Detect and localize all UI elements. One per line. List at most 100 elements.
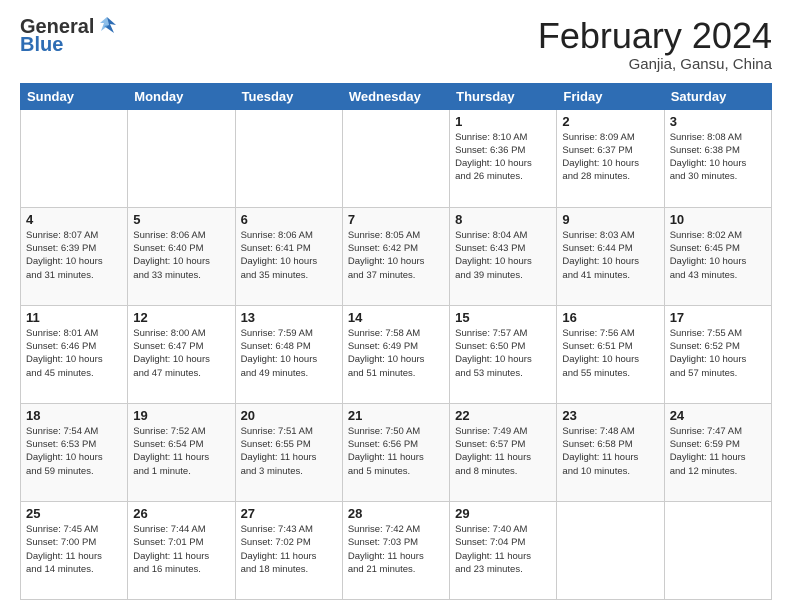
header-thursday: Thursday [450,83,557,109]
day-number: 24 [670,408,766,423]
calendar-week-row: 4Sunrise: 8:07 AM Sunset: 6:39 PM Daylig… [21,207,772,305]
day-info: Sunrise: 7:52 AM Sunset: 6:54 PM Dayligh… [133,425,229,478]
page: General Blue February 2024 Ganjia, Gansu… [0,0,792,612]
day-number: 7 [348,212,444,227]
day-number: 14 [348,310,444,325]
table-row [557,501,664,599]
day-number: 5 [133,212,229,227]
table-row: 16 Sunrise: 7:56 AM Sunset: 6:51 PM Dayli… [557,305,664,403]
day-number: 9 [562,212,658,227]
day-info: Sunrise: 7:51 AM Sunset: 6:55 PM Dayligh… [241,425,337,478]
table-row: 18 Sunrise: 7:54 AM Sunset: 6:53 PM Dayli… [21,403,128,501]
table-row [235,109,342,207]
day-info: Sunrise: 8:02 AM Sunset: 6:45 PM Dayligh… [670,229,766,282]
table-row: 2 Sunrise: 8:09 AM Sunset: 6:37 PM Daylig… [557,109,664,207]
table-row: 24 Sunrise: 7:47 AM Sunset: 6:59 PM Dayli… [664,403,771,501]
table-row: 3 Sunrise: 8:08 AM Sunset: 6:38 PM Daylig… [664,109,771,207]
calendar-table: Sunday Monday Tuesday Wednesday Thursday… [20,83,772,600]
table-row: 15 Sunrise: 7:57 AM Sunset: 6:50 PM Dayli… [450,305,557,403]
table-row: 20 Sunrise: 7:51 AM Sunset: 6:55 PM Dayli… [235,403,342,501]
table-row: 14 Sunrise: 7:58 AM Sunset: 6:49 PM Dayli… [342,305,449,403]
day-number: 20 [241,408,337,423]
table-row [342,109,449,207]
table-row: 9 Sunrise: 8:03 AM Sunset: 6:44 PM Daylig… [557,207,664,305]
day-number: 13 [241,310,337,325]
day-number: 2 [562,114,658,129]
day-number: 16 [562,310,658,325]
day-number: 23 [562,408,658,423]
day-number: 1 [455,114,551,129]
table-row: 4Sunrise: 8:07 AM Sunset: 6:39 PM Daylig… [21,207,128,305]
month-title: February 2024 [538,16,772,56]
day-info: Sunrise: 7:47 AM Sunset: 6:59 PM Dayligh… [670,425,766,478]
day-info: Sunrise: 7:57 AM Sunset: 6:50 PM Dayligh… [455,327,551,380]
header-friday: Friday [557,83,664,109]
header-saturday: Saturday [664,83,771,109]
day-number: 19 [133,408,229,423]
day-number: 15 [455,310,551,325]
day-number: 11 [26,310,122,325]
day-number: 10 [670,212,766,227]
day-info: Sunrise: 8:06 AM Sunset: 6:41 PM Dayligh… [241,229,337,282]
table-row: 26 Sunrise: 7:44 AM Sunset: 7:01 PM Dayli… [128,501,235,599]
day-info: Sunrise: 7:50 AM Sunset: 6:56 PM Dayligh… [348,425,444,478]
day-info: Sunrise: 7:58 AM Sunset: 6:49 PM Dayligh… [348,327,444,380]
day-info: Sunrise: 7:56 AM Sunset: 6:51 PM Dayligh… [562,327,658,380]
day-number: 26 [133,506,229,521]
calendar-week-row: 1 Sunrise: 8:10 AM Sunset: 6:36 PM Daylig… [21,109,772,207]
table-row: 12Sunrise: 8:00 AM Sunset: 6:47 PM Dayli… [128,305,235,403]
day-info: Sunrise: 8:08 AM Sunset: 6:38 PM Dayligh… [670,131,766,184]
day-info: Sunrise: 7:43 AM Sunset: 7:02 PM Dayligh… [241,523,337,576]
table-row: 1 Sunrise: 8:10 AM Sunset: 6:36 PM Daylig… [450,109,557,207]
day-info: Sunrise: 7:40 AM Sunset: 7:04 PM Dayligh… [455,523,551,576]
calendar-week-row: 11 Sunrise: 8:01 AM Sunset: 6:46 PM Dayli… [21,305,772,403]
day-number: 29 [455,506,551,521]
day-info: Sunrise: 8:05 AM Sunset: 6:42 PM Dayligh… [348,229,444,282]
day-info: Sunrise: 8:10 AM Sunset: 6:36 PM Dayligh… [455,131,551,184]
table-row: 5Sunrise: 8:06 AM Sunset: 6:40 PM Daylig… [128,207,235,305]
calendar-header-row: Sunday Monday Tuesday Wednesday Thursday… [21,83,772,109]
logo: General Blue [20,16,118,56]
table-row: 17Sunrise: 7:55 AM Sunset: 6:52 PM Dayli… [664,305,771,403]
title-block: February 2024 Ganjia, Gansu, China [538,16,772,73]
day-number: 18 [26,408,122,423]
header-monday: Monday [128,83,235,109]
day-info: Sunrise: 7:49 AM Sunset: 6:57 PM Dayligh… [455,425,551,478]
table-row: 23 Sunrise: 7:48 AM Sunset: 6:58 PM Dayli… [557,403,664,501]
table-row: 28Sunrise: 7:42 AM Sunset: 7:03 PM Dayli… [342,501,449,599]
day-info: Sunrise: 7:45 AM Sunset: 7:00 PM Dayligh… [26,523,122,576]
day-info: Sunrise: 7:48 AM Sunset: 6:58 PM Dayligh… [562,425,658,478]
table-row: 21Sunrise: 7:50 AM Sunset: 6:56 PM Dayli… [342,403,449,501]
table-row: 19 Sunrise: 7:52 AM Sunset: 6:54 PM Dayli… [128,403,235,501]
location: Ganjia, Gansu, China [538,56,772,73]
logo-blue-text: Blue [20,34,63,56]
table-row [664,501,771,599]
header-wednesday: Wednesday [342,83,449,109]
header: General Blue February 2024 Ganjia, Gansu… [20,16,772,73]
day-info: Sunrise: 8:01 AM Sunset: 6:46 PM Dayligh… [26,327,122,380]
day-info: Sunrise: 8:03 AM Sunset: 6:44 PM Dayligh… [562,229,658,282]
table-row: 13Sunrise: 7:59 AM Sunset: 6:48 PM Dayli… [235,305,342,403]
day-number: 6 [241,212,337,227]
day-info: Sunrise: 7:54 AM Sunset: 6:53 PM Dayligh… [26,425,122,478]
day-number: 27 [241,506,337,521]
day-info: Sunrise: 8:09 AM Sunset: 6:37 PM Dayligh… [562,131,658,184]
day-number: 25 [26,506,122,521]
table-row: 10 Sunrise: 8:02 AM Sunset: 6:45 PM Dayli… [664,207,771,305]
table-row [21,109,128,207]
table-row: 7 Sunrise: 8:05 AM Sunset: 6:42 PM Daylig… [342,207,449,305]
table-row: 22 Sunrise: 7:49 AM Sunset: 6:57 PM Dayli… [450,403,557,501]
day-number: 8 [455,212,551,227]
day-number: 3 [670,114,766,129]
day-number: 22 [455,408,551,423]
day-info: Sunrise: 8:00 AM Sunset: 6:47 PM Dayligh… [133,327,229,380]
header-sunday: Sunday [21,83,128,109]
table-row: 25 Sunrise: 7:45 AM Sunset: 7:00 PM Dayli… [21,501,128,599]
table-row: 11 Sunrise: 8:01 AM Sunset: 6:46 PM Dayli… [21,305,128,403]
logo-bird-icon [96,15,118,37]
day-info: Sunrise: 8:04 AM Sunset: 6:43 PM Dayligh… [455,229,551,282]
header-tuesday: Tuesday [235,83,342,109]
day-number: 4 [26,212,122,227]
day-info: Sunrise: 7:44 AM Sunset: 7:01 PM Dayligh… [133,523,229,576]
table-row [128,109,235,207]
